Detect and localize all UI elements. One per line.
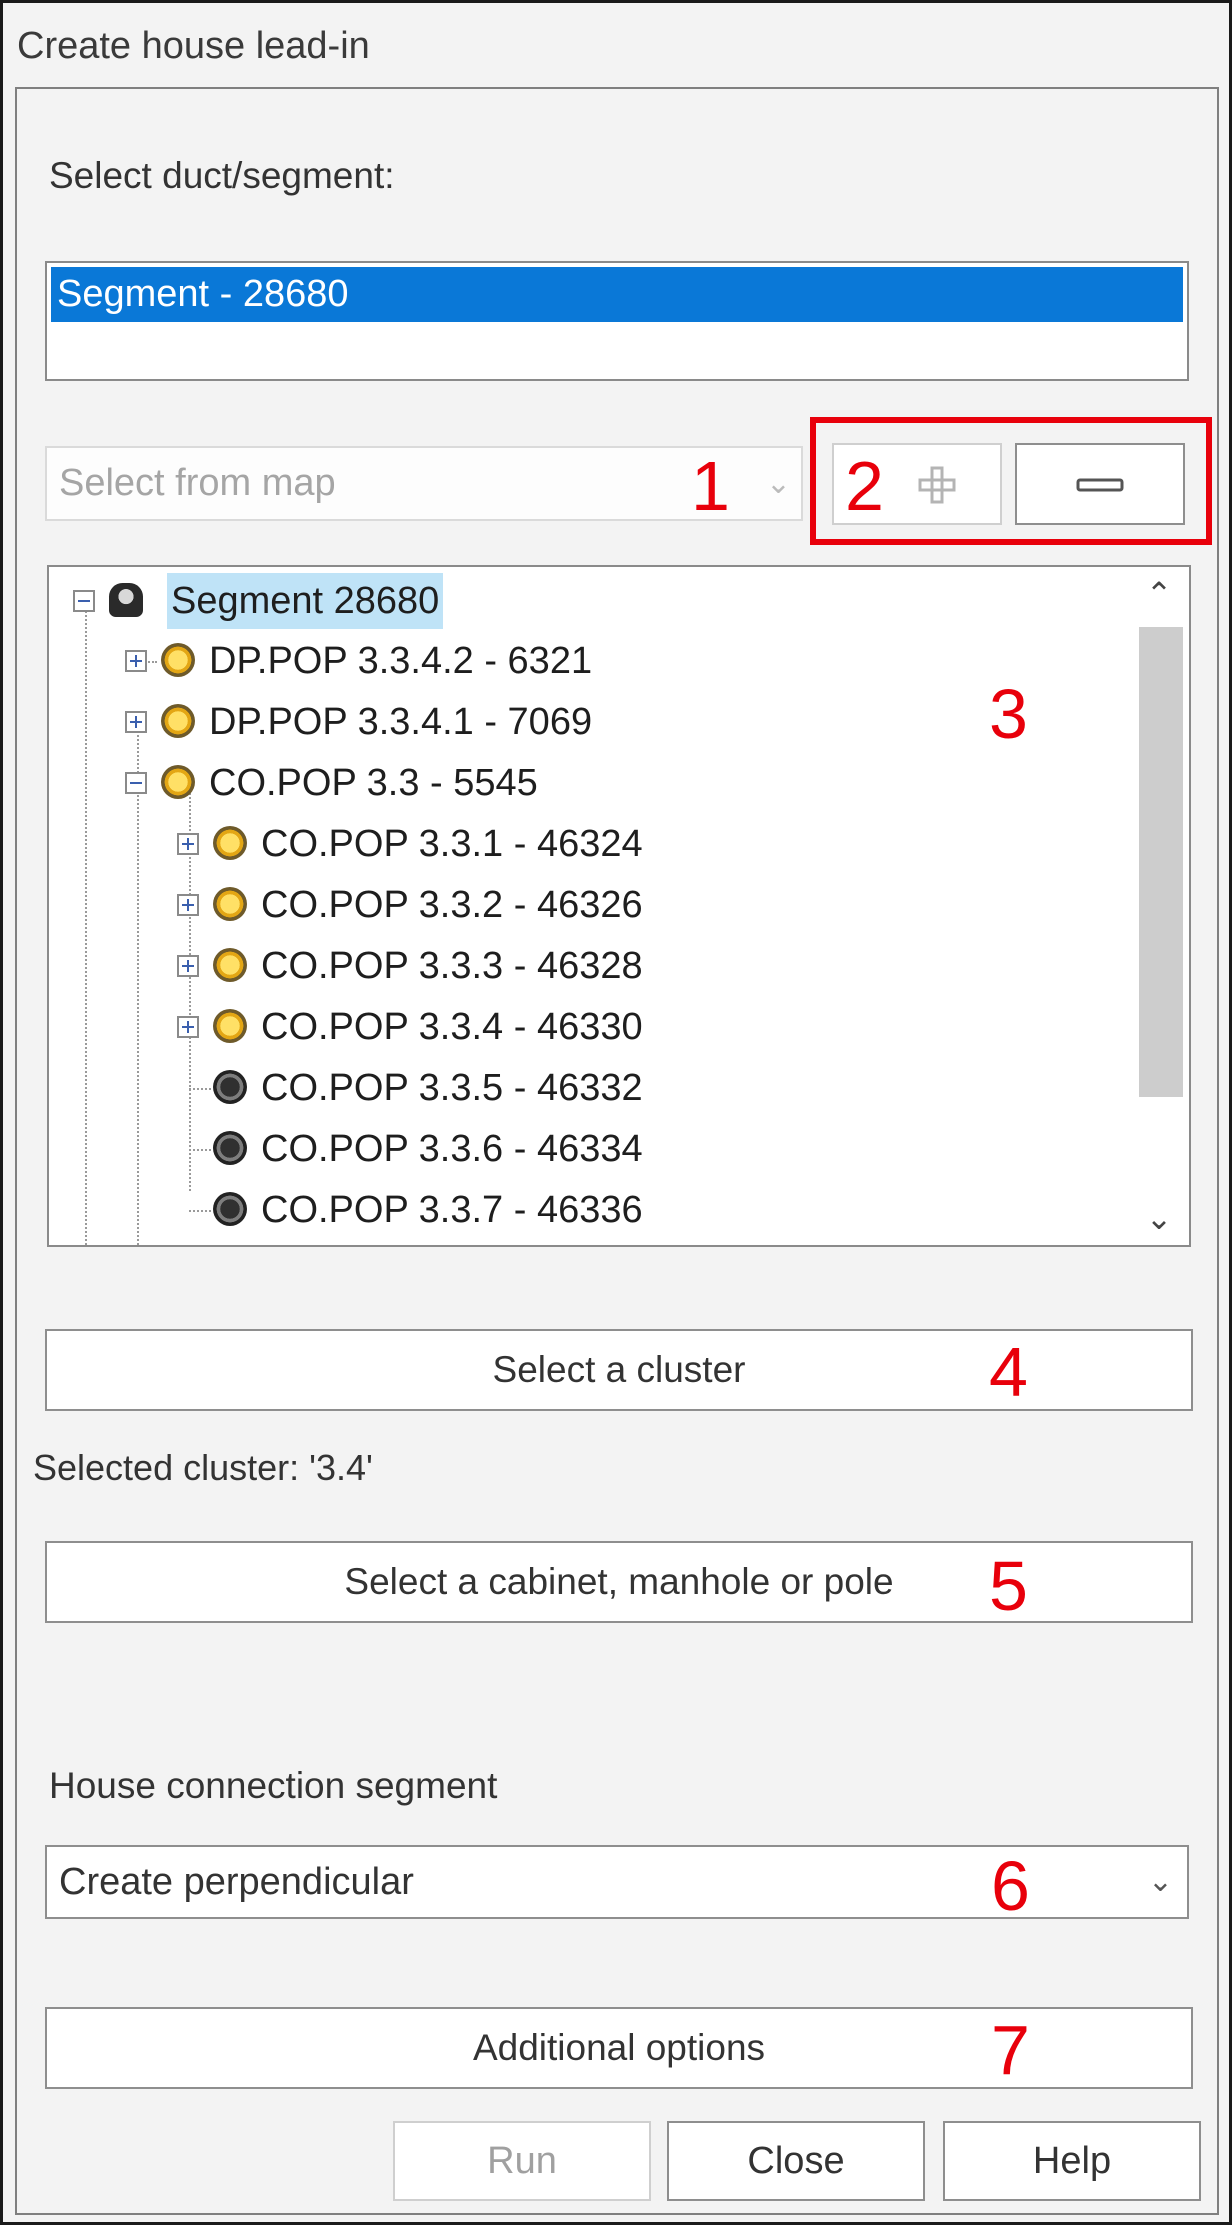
yellow-node-icon — [213, 887, 247, 921]
run-button[interactable]: Run — [393, 2121, 651, 2201]
annotation-6: 6 — [991, 1847, 1030, 1925]
scrollbar-thumb[interactable] — [1139, 627, 1183, 1097]
tree-item-label: CO.POP 3.3.5 - 46332 — [261, 1067, 643, 1109]
yellow-node-icon — [213, 948, 247, 982]
annotation-7: 7 — [991, 2011, 1030, 2089]
yellow-node-icon — [213, 1009, 247, 1043]
duct-label: Select duct/segment: — [49, 155, 395, 196]
chevron-down-icon: ⌄ — [765, 467, 791, 500]
select-from-map-placeholder: Select from map — [59, 462, 336, 504]
duct-listbox[interactable]: Segment - 28680 — [45, 261, 1189, 381]
minus-icon — [1076, 478, 1124, 492]
yellow-node-icon — [213, 826, 247, 860]
tree-row[interactable]: CO.POP 3.3.1 - 46324 — [49, 816, 1129, 872]
selected-cluster-text: Selected cluster: '3.4' — [33, 1447, 373, 1488]
tree-item-label: DP.POP 3.3.4.2 - 6321 — [209, 640, 593, 682]
chevron-down-icon: ⌄ — [1147, 1865, 1173, 1898]
annotation-4: 4 — [989, 1333, 1028, 1411]
tree-row[interactable]: CO.POP 3.3.3 - 46328 — [49, 938, 1129, 994]
house-connection-label: House connection segment — [49, 1765, 498, 1806]
collapse-icon[interactable] — [73, 590, 95, 612]
tree-item-label: DP.POP 3.3.4.1 - 7069 — [209, 701, 593, 743]
expand-icon[interactable] — [177, 833, 199, 855]
tree-connector — [189, 1210, 211, 1212]
tree-item-label: CO.POP 3.3 - 5545 — [209, 762, 538, 804]
expand-icon[interactable] — [125, 711, 147, 733]
yellow-node-icon — [161, 765, 195, 799]
tree-row[interactable]: CO.POP 3.3.7 - 46336 — [49, 1182, 1129, 1238]
annotation-2: 2 — [845, 447, 884, 525]
segment-node-icon — [109, 583, 143, 617]
tree-item-label: CO.POP 3.3.4 - 46330 — [261, 1006, 643, 1048]
tree-item-label: CO.POP 3.3.1 - 46324 — [261, 823, 643, 865]
tree-row[interactable]: CO.POP 3.3.4 - 46330 — [49, 999, 1129, 1055]
tree-item-label: CO.POP 3.3.6 - 46334 — [261, 1128, 643, 1170]
black-node-icon — [213, 1192, 247, 1226]
house-connection-value: Create perpendicular — [59, 1861, 414, 1903]
tree-item-label: CO.POP 3.3.7 - 46336 — [261, 1189, 643, 1231]
close-button[interactable]: Close — [667, 2121, 925, 2201]
remove-button[interactable] — [1015, 443, 1185, 525]
expand-icon[interactable] — [177, 1016, 199, 1038]
segment-tree[interactable]: Segment 28680 DP.POP 3.3.4.2 - 6321 DP.P… — [47, 565, 1191, 1247]
select-from-map-combo[interactable]: Select from map ⌄ — [45, 446, 803, 521]
tree-root-label: Segment 28680 — [167, 573, 444, 629]
tree-row[interactable]: CO.POP 3.3.2 - 46326 — [49, 877, 1129, 933]
tree-connector — [189, 1088, 211, 1090]
tree-scrollbar[interactable]: ⌃ ⌄ — [1135, 567, 1183, 1245]
expand-icon[interactable] — [177, 894, 199, 916]
tree-row[interactable]: CO.POP 3.3 - 5545 — [49, 755, 1129, 811]
expand-icon[interactable] — [177, 955, 199, 977]
tree-row[interactable]: DP.POP 3.3.4.1 - 7069 — [49, 694, 1129, 750]
tree-item-label: CO.POP 3.3.2 - 46326 — [261, 884, 643, 926]
scroll-down-icon[interactable]: ⌄ — [1135, 1199, 1183, 1237]
tree-row[interactable]: CO.POP 3.3.6 - 46334 — [49, 1121, 1129, 1177]
plus-icon — [918, 466, 956, 504]
yellow-node-icon — [161, 643, 195, 677]
tree-row[interactable]: DP.POP 3.3.4.2 - 6321 — [49, 633, 1129, 689]
duct-list-item-selected[interactable]: Segment - 28680 — [51, 267, 1183, 322]
window-title: Create house lead-in — [17, 25, 370, 67]
help-button[interactable]: Help — [943, 2121, 1201, 2201]
black-node-icon — [213, 1070, 247, 1104]
yellow-node-icon — [161, 704, 195, 738]
collapse-icon[interactable] — [125, 772, 147, 794]
tree-row-root[interactable]: Segment 28680 — [49, 573, 1129, 629]
annotation-1: 1 — [691, 447, 730, 525]
annotation-5: 5 — [989, 1547, 1028, 1625]
annotation-3: 3 — [989, 675, 1028, 753]
tree-item-label: CO.POP 3.3.3 - 46328 — [261, 945, 643, 987]
expand-icon[interactable] — [125, 650, 147, 672]
black-node-icon — [213, 1131, 247, 1165]
tree-row[interactable]: CO.POP 3.3.5 - 46332 — [49, 1060, 1129, 1116]
tree-connector — [189, 1149, 211, 1151]
scroll-up-icon[interactable]: ⌃ — [1135, 575, 1183, 613]
dialog-window: Create house lead-in Select duct/segment… — [0, 0, 1232, 2225]
